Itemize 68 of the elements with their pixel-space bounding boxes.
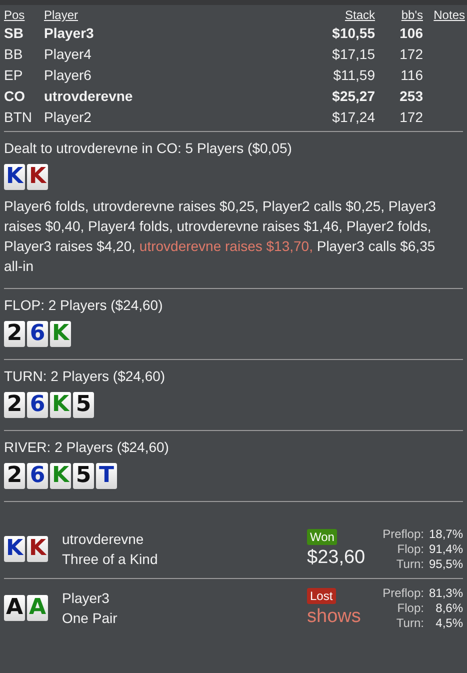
playing-card: 5 (73, 463, 94, 489)
column-header[interactable]: Notes (434, 8, 465, 22)
equity-label: Flop: (396, 600, 424, 616)
table-cell-text: BB (4, 44, 24, 64)
equity-value: 81,3% (428, 586, 463, 600)
playing-card: 5 (73, 392, 94, 418)
table-cell-text: utrovderevne (44, 86, 134, 106)
table-cell-text: $10,55 (331, 24, 375, 42)
equity-value: 4,5% (434, 616, 463, 630)
table-cell-text: $11,59 (332, 66, 375, 84)
playing-card: K (50, 463, 71, 489)
column-header[interactable]: Stack (344, 8, 375, 22)
equity-label: Turn: (395, 556, 424, 572)
street-title: TURN: 2 Players ($24,60) (4, 368, 166, 384)
equity-label: Flop: (396, 542, 424, 556)
playing-card: 2 (4, 463, 25, 489)
equity-label: Preflop: (382, 586, 424, 600)
table-cell-text: $17,15 (331, 44, 375, 64)
playing-card: 6 (27, 392, 48, 418)
playing-card: K (50, 392, 71, 418)
table-cell: 172 (375, 106, 431, 127)
playing-card: K (4, 164, 25, 190)
equity-value: 95,5% (428, 556, 463, 572)
table-cell-text: CO (4, 86, 26, 106)
action-log: Player6 folds, utrovderevne raises $0,25, Player2 calls $0,25, Player3 raises $0,40, Player4 folds, utrovderevne raises $1,46, Player2 folds, Player3 raises $4,20, utrovderevne raises $13,70, Player3 calls $6,35 all-in (4, 197, 437, 276)
equity-label: Turn: (395, 616, 424, 630)
table-cell-text: SB (4, 24, 24, 42)
playing-card: A (4, 595, 25, 621)
player-name: utrovderevne (62, 530, 145, 549)
table-cell-text: $17,24 (331, 108, 375, 126)
table-cell-text: 172 (398, 44, 424, 64)
equity-value: 8,6% (434, 600, 463, 616)
table-cell-text: 116 (400, 66, 424, 84)
street-title: RIVER: 2 Players ($24,60) (4, 439, 170, 455)
column-header[interactable]: bb's (401, 8, 423, 22)
street-title: Dealt to utrovderevne in CO: 5 Players ($0,05) (4, 140, 293, 156)
table-cell-text: BTN (4, 108, 33, 126)
equity-label: Preflop: (382, 526, 424, 542)
playing-card: 6 (27, 463, 48, 489)
hand-rank: One Pair (62, 609, 118, 628)
result-amount: $23,60 (307, 547, 366, 569)
playing-card: 2 (4, 392, 25, 418)
playing-card: K (4, 536, 25, 562)
player-name: Player3 (62, 589, 110, 608)
hand-rank: Three of a Kind (62, 550, 159, 569)
table-cell-text: Player6 (44, 66, 92, 85)
playing-card: 6 (27, 321, 48, 347)
equity-value: 18,7% (428, 526, 463, 542)
street-title: FLOP: 2 Players ($24,60) (4, 297, 164, 313)
table-cell-text: Player2 (44, 108, 92, 127)
result-amount: shows (307, 606, 361, 628)
outcome-badge: Won (307, 529, 338, 545)
table-cell-text: Player4 (44, 44, 92, 64)
table-cell-text: EP (4, 66, 24, 84)
column-header[interactable]: Pos (4, 8, 25, 22)
equity-value: 91,4% (428, 542, 463, 556)
playing-card: 2 (4, 321, 25, 347)
playing-card: T (96, 463, 117, 489)
table-cell-text: Player3 (44, 24, 95, 43)
playing-card: A (27, 595, 48, 621)
playing-card: K (27, 164, 48, 190)
column-header[interactable]: Player (44, 8, 78, 22)
table-cell-text: 253 (398, 86, 424, 106)
table-cell-text: $25,27 (331, 86, 375, 106)
outcome-badge: Lost (307, 588, 336, 604)
table-cell: 106 (375, 22, 431, 43)
playing-card: K (50, 321, 71, 347)
playing-card: K (27, 536, 48, 562)
